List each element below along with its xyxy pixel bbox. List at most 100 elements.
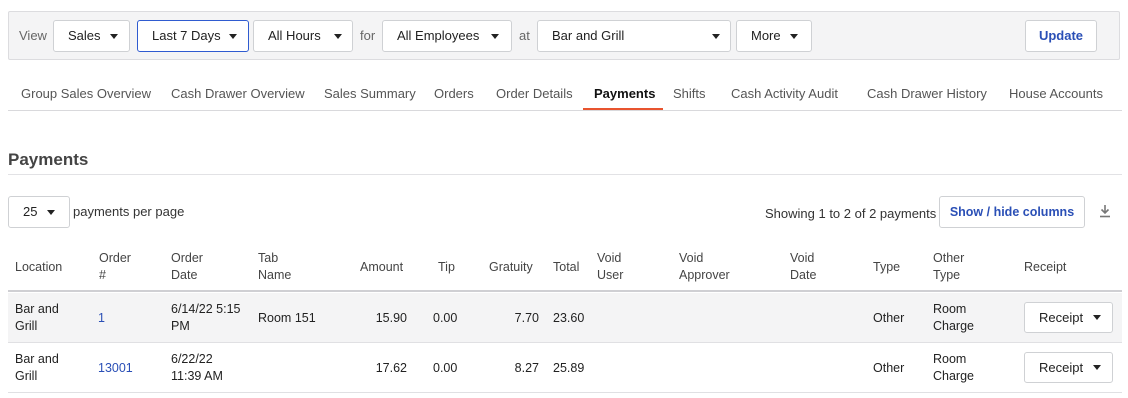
- cell-type: Other: [873, 311, 905, 325]
- cell-type: Other: [873, 361, 905, 375]
- cell-line: Grill: [15, 369, 38, 383]
- order-number-link[interactable]: 13001: [98, 360, 133, 377]
- column-header-line: Void: [790, 251, 815, 265]
- hours-dropdown[interactable]: All Hours: [253, 20, 353, 52]
- for-label: for: [360, 28, 376, 43]
- column-header-line: Tab: [258, 251, 279, 265]
- per-page-dropdown[interactable]: 25: [8, 196, 70, 228]
- tab-group-sales-overview[interactable]: Group Sales Overview: [21, 86, 151, 101]
- column-header-line: Other: [933, 251, 965, 265]
- cell-line: Charge: [933, 369, 974, 383]
- receipt-dropdown[interactable]: Receipt: [1024, 352, 1113, 383]
- cell-total: 23.60: [553, 311, 585, 325]
- cell-tip: 0.00: [433, 311, 458, 325]
- column-header-void-date: Void Date: [790, 250, 816, 284]
- tab-cash-activity-audit[interactable]: Cash Activity Audit: [731, 86, 838, 101]
- per-page-value: 25: [23, 204, 38, 219]
- table-row: Bar and Grill 13001 6/22/22 11:39 AM 17.…: [8, 343, 1122, 393]
- cell-gratuity: 8.27: [514, 361, 539, 375]
- column-header-receipt: Receipt: [1024, 260, 1067, 274]
- location-dropdown[interactable]: Bar and Grill: [537, 20, 731, 52]
- cell-line: Room: [933, 302, 967, 316]
- more-label: More: [751, 28, 781, 43]
- tab-house-accounts[interactable]: House Accounts: [1009, 86, 1103, 101]
- chevron-down-icon: [110, 34, 118, 39]
- cell-line: PM: [171, 319, 190, 333]
- cell-tab-name: Room 151: [258, 311, 316, 325]
- cell-tip: 0.00: [433, 361, 458, 375]
- column-header-void-approver: Void Approver: [679, 250, 730, 284]
- report-tabs: Group Sales Overview Cash Drawer Overvie…: [8, 80, 1122, 111]
- column-header-gratuity: Gratuity: [489, 260, 533, 274]
- show-hide-columns-button[interactable]: Show / hide columns: [939, 196, 1085, 228]
- column-header-tip: Tip: [438, 260, 455, 274]
- tab-order-details[interactable]: Order Details: [496, 86, 573, 101]
- tab-sales-summary[interactable]: Sales Summary: [324, 86, 416, 101]
- cell-gratuity: 7.70: [514, 311, 539, 325]
- employees-dropdown[interactable]: All Employees: [382, 20, 512, 52]
- cell-amount: 15.90: [375, 311, 407, 325]
- chevron-down-icon: [491, 34, 499, 39]
- receipt-label: Receipt: [1039, 360, 1084, 375]
- order-number-link[interactable]: 1: [98, 310, 105, 327]
- filter-bar: View Sales Last 7 Days All Hours for All…: [8, 11, 1120, 60]
- chevron-down-icon: [334, 34, 342, 39]
- column-header-amount: Amount: [360, 260, 404, 274]
- cell-line: 6/22/22: [171, 352, 213, 366]
- at-label: at: [519, 28, 530, 43]
- cell-line: Bar and: [15, 302, 59, 316]
- date-range-dropdown[interactable]: Last 7 Days: [137, 20, 249, 52]
- chevron-down-icon: [47, 210, 55, 215]
- column-header-line: Order: [171, 251, 203, 265]
- column-header-order-date: Order Date: [171, 250, 203, 284]
- column-header-line: Date: [171, 268, 198, 282]
- cell-other-type: Room Charge: [933, 351, 974, 385]
- column-header-line: Order: [99, 251, 131, 265]
- receipt-dropdown[interactable]: Receipt: [1024, 302, 1113, 333]
- cell-line: 11:39 AM: [171, 369, 223, 383]
- cell-order-date: 6/14/22 5:15 PM: [171, 301, 241, 335]
- table-header: Location Order # Order Date Tab Name Amo…: [8, 244, 1122, 292]
- tab-shifts[interactable]: Shifts: [673, 86, 706, 101]
- cell-line: Bar and: [15, 352, 59, 366]
- cell-other-type: Room Charge: [933, 301, 974, 335]
- chevron-down-icon: [790, 34, 798, 39]
- column-header-line: Name: [258, 268, 292, 282]
- chevron-down-icon: [1093, 315, 1101, 320]
- tab-payments[interactable]: Payments: [594, 86, 655, 101]
- tab-cash-drawer-overview[interactable]: Cash Drawer Overview: [171, 86, 305, 101]
- more-dropdown[interactable]: More: [736, 20, 812, 52]
- view-dropdown-value: Sales: [68, 28, 101, 43]
- download-icon[interactable]: [1099, 204, 1111, 218]
- location-value: Bar and Grill: [552, 28, 625, 43]
- column-header-line: Approver: [679, 268, 730, 282]
- column-header-line: User: [597, 268, 624, 282]
- column-header-line: #: [99, 268, 106, 282]
- column-header-line: Date: [790, 268, 817, 282]
- cell-location: Bar and Grill: [15, 301, 59, 335]
- cell-line: Room: [933, 352, 967, 366]
- column-header-tab-name: Tab Name: [258, 250, 291, 284]
- view-label: View: [19, 28, 47, 43]
- column-header-order-number: Order #: [99, 250, 131, 284]
- hours-value: All Hours: [268, 28, 321, 43]
- column-header-line: Void: [679, 251, 704, 265]
- table-row: Bar and Grill 1 6/14/22 5:15 PM Room 151…: [8, 293, 1122, 343]
- chevron-down-icon: [229, 34, 237, 39]
- chevron-down-icon: [1093, 365, 1101, 370]
- column-header-type: Type: [873, 260, 901, 274]
- view-dropdown[interactable]: Sales: [53, 20, 130, 52]
- tab-orders[interactable]: Orders: [434, 86, 474, 101]
- update-button[interactable]: Update: [1025, 20, 1097, 52]
- pagination-status: Showing 1 to 2 of 2 payments: [765, 206, 937, 221]
- tab-cash-drawer-history[interactable]: Cash Drawer History: [867, 86, 987, 101]
- column-header-void-user: Void User: [597, 250, 623, 284]
- divider: [8, 174, 1122, 175]
- column-header-total: Total: [553, 260, 580, 274]
- receipt-label: Receipt: [1039, 310, 1084, 325]
- date-range-value: Last 7 Days: [152, 28, 221, 43]
- employees-value: All Employees: [397, 28, 480, 43]
- cell-order-date: 6/22/22 11:39 AM: [171, 351, 223, 385]
- per-page-label: payments per page: [73, 204, 185, 219]
- cell-line: 6/14/22 5:15: [171, 302, 241, 316]
